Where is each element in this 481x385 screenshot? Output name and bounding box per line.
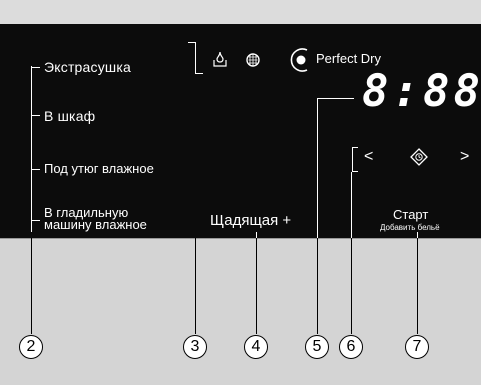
callout-6: 6: [339, 335, 363, 359]
program-iron-damp[interactable]: Под утюг влажное: [44, 162, 154, 175]
top-strip: [0, 0, 481, 25]
lower-area: [0, 238, 481, 385]
program-bracket-line: [31, 66, 32, 232]
callout-6-line-top: [351, 172, 352, 238]
callout-4-line: [256, 238, 257, 334]
start-button[interactable]: Старт: [393, 207, 428, 222]
callout-5: 5: [305, 335, 329, 359]
callout-6-line: [351, 238, 352, 334]
callout-7: 7: [405, 335, 429, 359]
add-laundry-label: Добавить бельё: [380, 223, 440, 232]
program-extra-dry[interactable]: Экстрасушка: [44, 59, 131, 75]
icon-bracket-line: [195, 42, 196, 74]
callout-7-line: [417, 238, 418, 334]
nav-bracket-bottom: [352, 171, 358, 172]
perfect-dry-label: Perfect Dry: [316, 51, 382, 66]
icon-bracket-top: [188, 42, 196, 43]
callout-2-line: [31, 238, 32, 334]
callout-3-line: [195, 238, 196, 334]
time-display: 8:88: [362, 66, 481, 117]
nav-bracket-line: [352, 147, 353, 172]
nav-left-arrow[interactable]: <: [364, 148, 373, 166]
program-cupboard-dry[interactable]: В шкаф: [44, 108, 95, 124]
callout-2: 2: [19, 335, 43, 359]
perfect-dry-icon: [290, 48, 308, 72]
program-machine-iron-line2[interactable]: машину влажное: [44, 218, 147, 231]
icon-bracket-bottom: [195, 73, 203, 74]
nav-right-arrow[interactable]: >: [460, 148, 469, 166]
control-panel: Экстрасушка В шкаф Под утюг влажное В гл…: [0, 24, 481, 238]
program-tick-2: [31, 115, 40, 116]
program-tick-1: [31, 67, 40, 68]
timer-icon[interactable]: [410, 148, 428, 166]
lint-filter-icon: [246, 53, 260, 67]
callout-5-line: [317, 238, 318, 334]
callout-5-line-top: [317, 98, 318, 238]
appliance-panel-illustration: Экстрасушка В шкаф Под утюг влажное В гл…: [0, 0, 481, 385]
callout-3: 3: [183, 335, 207, 359]
nav-bracket-top: [352, 147, 358, 148]
water-drop-icon: [213, 51, 227, 67]
display-pointer-line: [318, 98, 354, 99]
program-tick-4: [31, 220, 40, 221]
program-tick-3: [31, 169, 40, 170]
callout-4: 4: [244, 335, 268, 359]
gentle-plus-button[interactable]: Щадящая +: [210, 212, 291, 229]
